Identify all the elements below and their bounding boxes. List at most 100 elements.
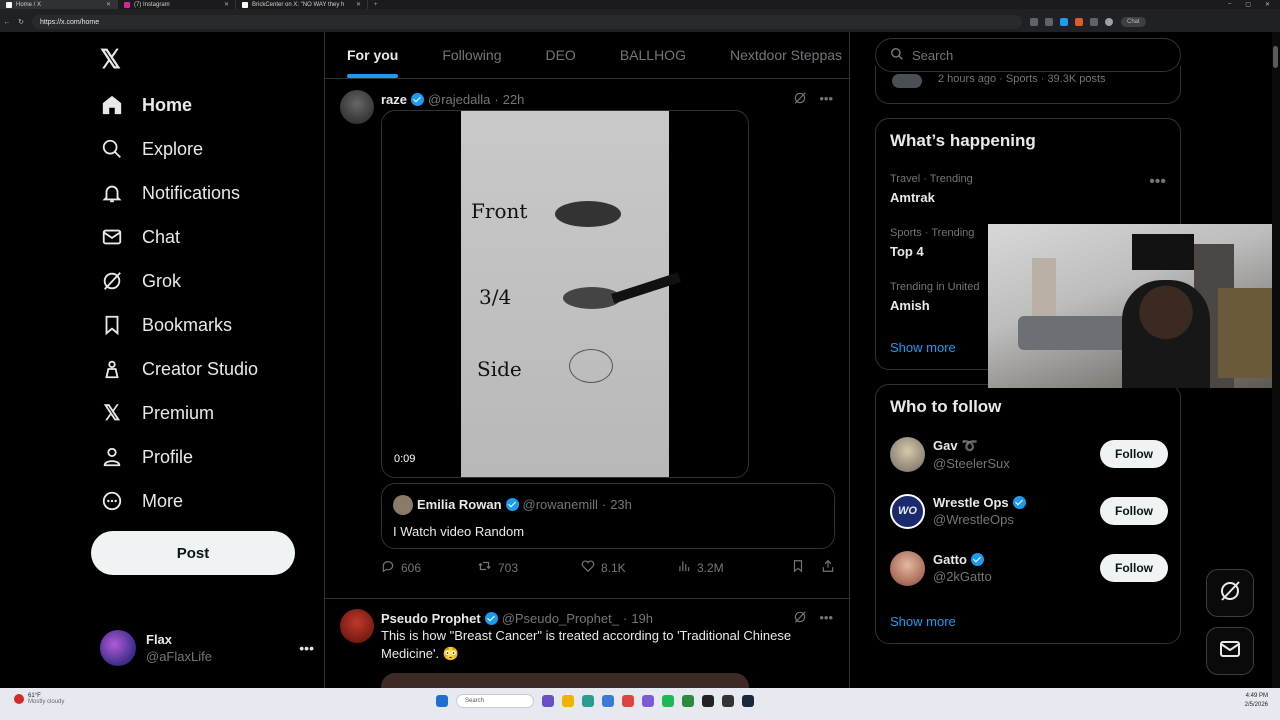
- close-icon[interactable]: ✕: [106, 1, 111, 8]
- extension-icon[interactable]: [1030, 18, 1038, 26]
- tab-for-you[interactable]: For you: [325, 32, 420, 78]
- grok-icon[interactable]: [793, 91, 807, 108]
- tab-deo[interactable]: DEO: [523, 32, 597, 78]
- edge-icon[interactable]: [582, 695, 594, 707]
- avatar[interactable]: [340, 90, 374, 124]
- share-icon[interactable]: [821, 559, 835, 576]
- sidebar-item-label: Creator Studio: [142, 358, 259, 379]
- video-duration: 0:09: [394, 453, 416, 465]
- follow-suggestion[interactable]: Gav ➰ @SteelerSux Follow: [890, 435, 1168, 473]
- tab-ballhog[interactable]: BALLHOG: [598, 32, 708, 78]
- browser-tab-home[interactable]: Home / X ✕: [0, 0, 118, 9]
- browser-tab-brickcenter[interactable]: BrickCenter on X: "NO WAY they h ✕: [236, 0, 368, 9]
- extension-icon[interactable]: [1045, 18, 1053, 26]
- follow-button[interactable]: Follow: [1100, 497, 1168, 525]
- tweet-tools: •••: [793, 91, 833, 108]
- repost-button[interactable]: 703: [477, 559, 581, 576]
- follow-suggestion[interactable]: WO Wrestle Ops @WrestleOps Follow: [890, 492, 1168, 530]
- new-tab-icon[interactable]: +: [368, 2, 384, 8]
- sidebar-item-label: Premium: [142, 402, 215, 423]
- sidebar-item-premium[interactable]: 𝕏 Premium: [100, 393, 214, 433]
- close-icon[interactable]: ✕: [356, 1, 361, 8]
- views-button[interactable]: 3.2M: [677, 559, 787, 576]
- tab-following[interactable]: Following: [420, 32, 523, 78]
- spotify-icon[interactable]: [662, 695, 674, 707]
- post-button[interactable]: Post: [91, 531, 295, 575]
- scrollbar-thumb[interactable]: [1273, 46, 1278, 68]
- reply-button[interactable]: 606: [381, 559, 477, 576]
- tweet-author-handle[interactable]: @Pseudo_Prophet_: [502, 611, 619, 626]
- extension-icon[interactable]: [1060, 18, 1068, 26]
- sidebar-item-explore[interactable]: Explore: [100, 129, 203, 169]
- tweet-media[interactable]: [381, 673, 749, 688]
- app-icon[interactable]: [602, 695, 614, 707]
- file-explorer-icon[interactable]: [562, 695, 574, 707]
- messages-floating-button[interactable]: [1206, 627, 1254, 675]
- more-dots-icon[interactable]: •••: [819, 610, 833, 627]
- avatar: [890, 436, 925, 472]
- tweet-header: Pseudo Prophet @Pseudo_Prophet_ · 19h: [381, 611, 653, 626]
- follow-button[interactable]: Follow: [1100, 554, 1168, 582]
- trend-name[interactable]: Top 4: [890, 244, 924, 259]
- tweet[interactable]: raze @rajedalla · 22h ••• Front 3/4 Side…: [325, 79, 849, 599]
- grok-icon[interactable]: [793, 610, 807, 627]
- follow-button[interactable]: Follow: [1100, 440, 1168, 468]
- extension-icon[interactable]: [1090, 18, 1098, 26]
- trend-name[interactable]: Amtrak: [890, 190, 935, 205]
- tweet-video[interactable]: Front 3/4 Side 0:09: [381, 110, 749, 478]
- page-scrollbar[interactable]: [1272, 32, 1280, 688]
- steam-icon[interactable]: [742, 695, 754, 707]
- follow-suggestion[interactable]: Gatto @2kGatto Follow: [890, 549, 1168, 587]
- app-icon[interactable]: [642, 695, 654, 707]
- maximize-icon[interactable]: ▢: [1245, 1, 1251, 8]
- sidebar-item-more[interactable]: More: [100, 481, 183, 521]
- back-icon[interactable]: ←: [0, 19, 14, 26]
- trend-name[interactable]: Amish: [890, 298, 930, 313]
- tweet-author-name[interactable]: raze: [381, 92, 407, 107]
- x-logo-icon[interactable]: 𝕏: [100, 44, 121, 75]
- tweet[interactable]: Pseudo Prophet @Pseudo_Prophet_ · 19h ••…: [325, 599, 849, 688]
- grok-floating-button[interactable]: [1206, 569, 1254, 617]
- sidebar-item-creator-studio[interactable]: Creator Studio: [100, 349, 258, 389]
- minimize-icon[interactable]: –: [1228, 1, 1231, 8]
- bookmark-icon[interactable]: [791, 559, 805, 576]
- taskbar-search-input[interactable]: Search: [456, 694, 534, 708]
- tweet-time[interactable]: 19h: [631, 611, 653, 626]
- show-more-link[interactable]: Show more: [890, 340, 956, 355]
- url-input[interactable]: https://x.com/home: [32, 15, 1022, 29]
- window-close-icon[interactable]: ✕: [1265, 1, 1270, 8]
- sidebar-item-notifications[interactable]: Notifications: [100, 173, 240, 213]
- quoted-tweet[interactable]: Emilia Rowan @rowanemill · 23h I Watch v…: [381, 483, 835, 549]
- profile-avatar-icon[interactable]: [1105, 18, 1113, 26]
- more-dots-icon[interactable]: •••: [299, 640, 314, 656]
- tab-nextdoor-steppas[interactable]: Nextdoor Steppas: [708, 32, 849, 78]
- more-dots-icon[interactable]: •••: [1149, 173, 1166, 191]
- app-icon[interactable]: [682, 695, 694, 707]
- reload-icon[interactable]: ↻: [14, 18, 28, 26]
- windows-start-icon[interactable]: [436, 695, 448, 707]
- app-icon[interactable]: [622, 695, 634, 707]
- avatar[interactable]: [340, 609, 374, 643]
- sidebar-item-profile[interactable]: Profile: [100, 437, 193, 477]
- account-switcher[interactable]: Flax @aFlaxLife •••: [100, 628, 314, 668]
- close-icon[interactable]: ✕: [224, 1, 229, 8]
- show-more-link[interactable]: Show more: [890, 614, 956, 629]
- sidebar-item-chat[interactable]: Chat: [100, 217, 180, 257]
- like-button[interactable]: 8.1K: [581, 559, 677, 576]
- more-dots-icon[interactable]: •••: [819, 91, 833, 108]
- browser-chat-button[interactable]: Chat: [1121, 17, 1146, 27]
- browser-tab-instagram[interactable]: (7) Instagram ✕: [118, 0, 236, 9]
- extension-icon[interactable]: [1075, 18, 1083, 26]
- sidebar-item-home[interactable]: Home: [100, 85, 192, 125]
- tweet-author-handle[interactable]: @rajedalla: [428, 92, 490, 107]
- sidebar-item-bookmarks[interactable]: Bookmarks: [100, 305, 232, 345]
- app-icon[interactable]: [702, 695, 714, 707]
- search-input[interactable]: Search: [875, 38, 1181, 72]
- tweet-time[interactable]: 22h: [503, 92, 525, 107]
- sidebar-item-grok[interactable]: Grok: [100, 261, 181, 301]
- tweet-author-name[interactable]: Pseudo Prophet: [381, 611, 481, 626]
- app-icon[interactable]: [722, 695, 734, 707]
- weather-widget[interactable]: 61°F Mostly cloudy: [14, 693, 64, 705]
- app-icon[interactable]: [542, 695, 554, 707]
- system-tray[interactable]: 4:49 PM 2/5/2026: [1245, 692, 1268, 710]
